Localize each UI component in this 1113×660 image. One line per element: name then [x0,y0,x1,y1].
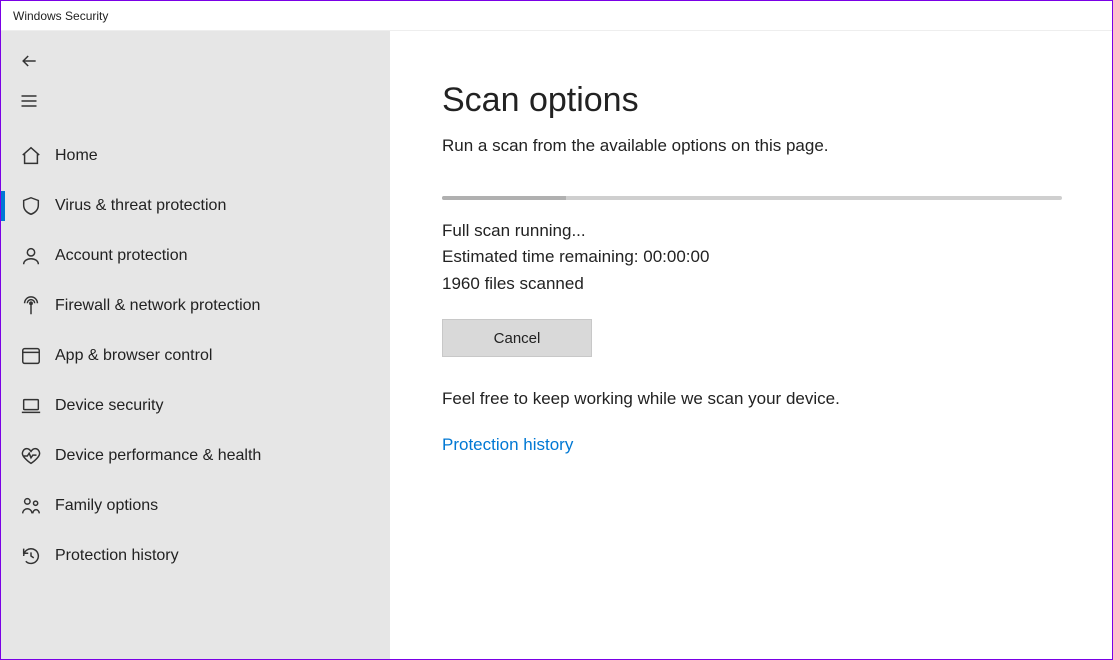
sidebar-item-label: App & browser control [55,347,212,365]
scan-status-line-3: 1960 files scanned [442,271,1062,297]
sidebar-item-virus-threat[interactable]: Virus & threat protection [1,181,390,231]
scan-status: Full scan running... Estimated time rema… [442,218,1062,297]
laptop-icon [19,394,43,418]
heart-icon [19,444,43,468]
home-icon [19,144,43,168]
sidebar-item-home[interactable]: Home [1,131,390,181]
scan-note: Feel free to keep working while we scan … [442,389,1062,409]
back-icon [19,51,39,71]
scan-section: Full scan running... Estimated time rema… [442,196,1062,455]
sidebar-item-app-browser[interactable]: App & browser control [1,331,390,381]
sidebar-item-firewall[interactable]: Firewall & network protection [1,281,390,331]
sidebar-item-label: Firewall & network protection [55,297,260,315]
hamburger-button[interactable] [1,81,390,121]
family-icon [19,494,43,518]
sidebar-item-history[interactable]: Protection history [1,531,390,581]
history-icon [19,544,43,568]
page-subtitle: Run a scan from the available options on… [442,136,1062,156]
progress-indicator [442,196,566,200]
sidebar-item-label: Protection history [55,547,179,565]
sidebar-item-label: Family options [55,497,158,515]
sidebar-item-label: Account protection [55,247,188,265]
nav-list: Home Virus & threat protection Account p… [1,131,390,581]
protection-history-link[interactable]: Protection history [442,435,573,455]
page-title: Scan options [442,81,1062,120]
back-button[interactable] [1,41,390,81]
sidebar-item-performance[interactable]: Device performance & health [1,431,390,481]
sidebar-item-label: Device security [55,397,163,415]
scan-status-line-2: Estimated time remaining: 00:00:00 [442,244,1062,270]
sidebar-item-account[interactable]: Account protection [1,231,390,281]
antenna-icon [19,294,43,318]
account-icon [19,244,43,268]
sidebar-item-family[interactable]: Family options [1,481,390,531]
window-title-bar: Windows Security [1,1,1112,31]
sidebar: Home Virus & threat protection Account p… [1,31,390,659]
shield-icon [19,194,43,218]
sidebar-item-label: Device performance & health [55,447,261,465]
hamburger-icon [19,91,39,111]
window-title: Windows Security [13,9,108,23]
cancel-button[interactable]: Cancel [442,319,592,357]
sidebar-item-label: Virus & threat protection [55,197,226,215]
main-content: Scan options Run a scan from the availab… [390,31,1112,659]
sidebar-item-label: Home [55,147,98,165]
scan-status-line-1: Full scan running... [442,218,1062,244]
app-browser-icon [19,344,43,368]
scan-progress-bar [442,196,1062,200]
sidebar-item-device-security[interactable]: Device security [1,381,390,431]
